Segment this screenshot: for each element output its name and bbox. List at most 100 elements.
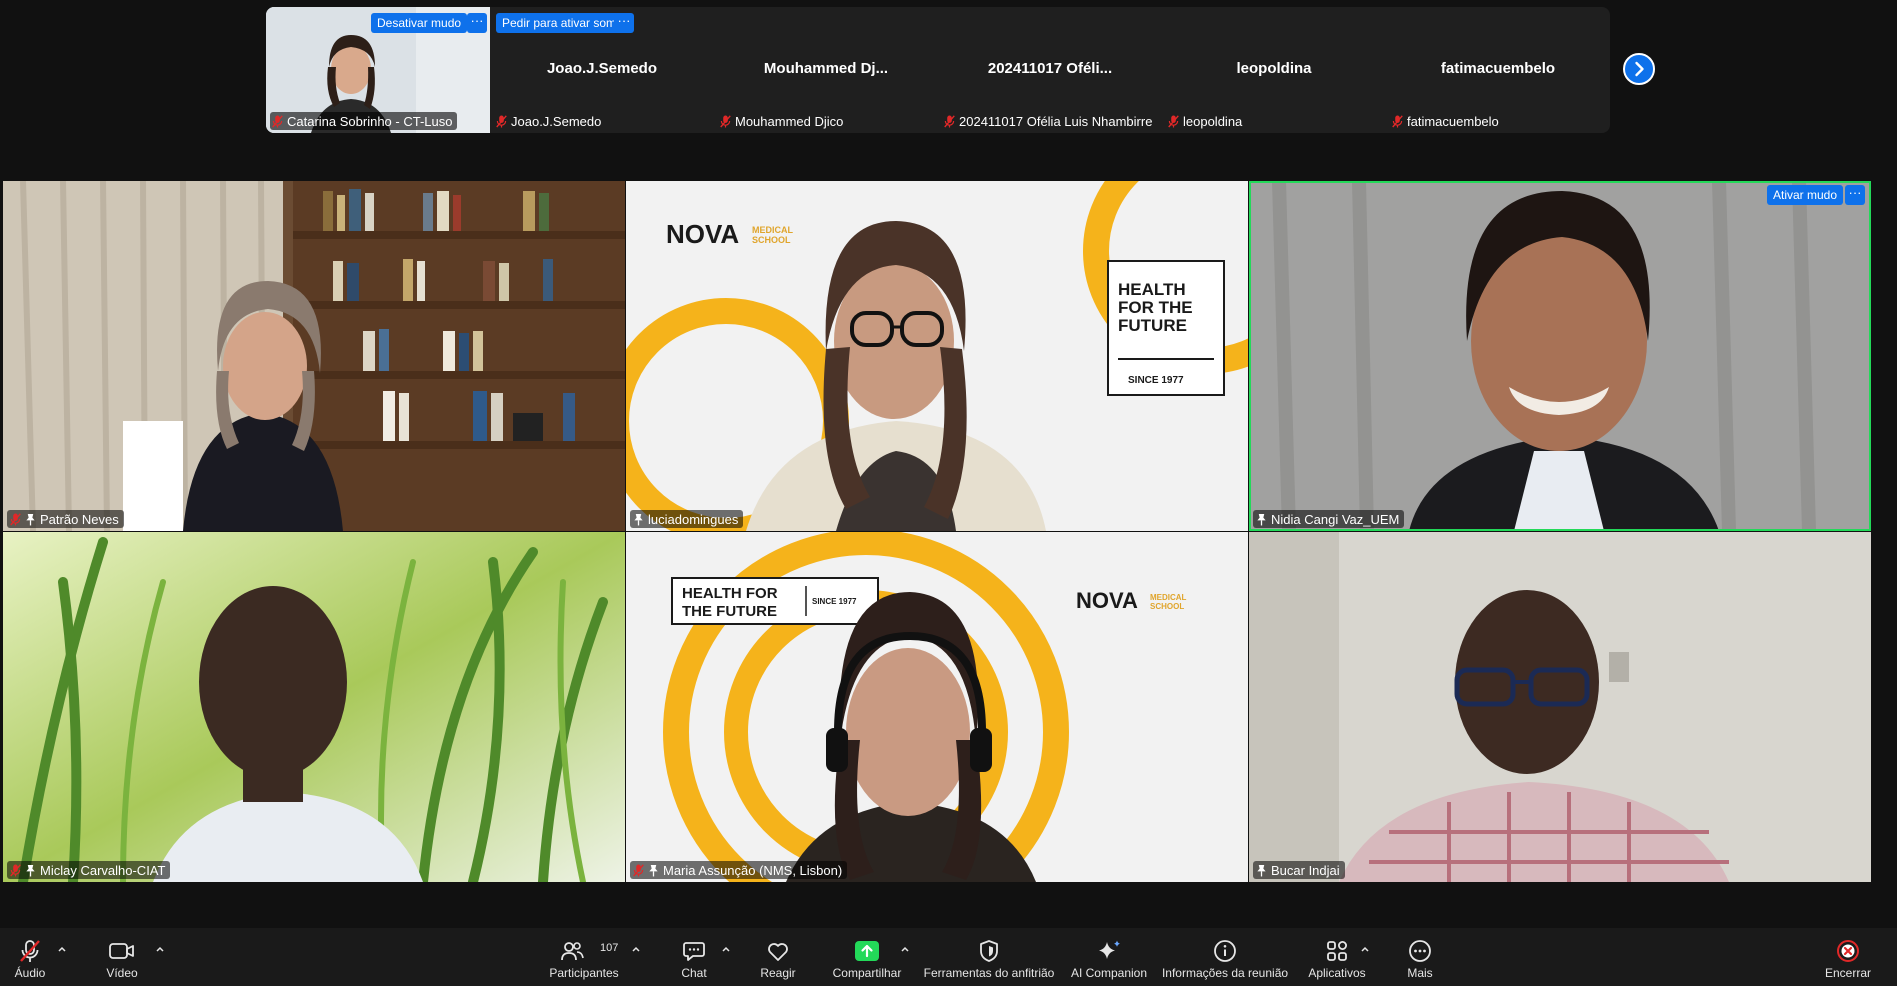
- participant-video: HEALTH FOR THE FUTURE SINCE 1977 NOVA ME…: [626, 532, 1248, 882]
- end-meeting-button[interactable]: Encerrar: [1818, 928, 1878, 986]
- share-screen-icon: [855, 941, 879, 961]
- nova-brand-text: NOVA: [666, 219, 739, 249]
- react-label: Reagir: [760, 966, 796, 980]
- chat-options-caret[interactable]: [721, 944, 731, 954]
- pin-icon: [633, 513, 644, 526]
- heart-icon: [768, 943, 788, 961]
- audio-options-caret[interactable]: [57, 944, 67, 954]
- mic-muted-icon: [633, 864, 644, 877]
- share-label: Compartilhar: [832, 966, 902, 980]
- mic-muted-icon: [720, 115, 731, 128]
- video-camera-icon: [109, 943, 134, 959]
- video-button[interactable]: Vídeo: [100, 928, 144, 986]
- react-button[interactable]: Reagir: [756, 928, 800, 986]
- ai-companion-button[interactable]: AI Companion: [1066, 928, 1152, 986]
- ask-unmute-button[interactable]: Pedir para ativar som: [496, 13, 623, 33]
- participant-name: Bucar Indjai: [1271, 862, 1340, 878]
- chat-button[interactable]: Chat: [674, 928, 714, 986]
- participant-name: luciadomingues: [648, 511, 739, 527]
- video-tile[interactable]: Miclay Carvalho-CIAT: [3, 532, 625, 882]
- nova-sub1: MEDICAL: [752, 225, 793, 235]
- apps-options-caret[interactable]: [1360, 944, 1370, 954]
- mic-muted-icon: [20, 940, 40, 962]
- participant-name-label: fatimacuembelo: [1390, 112, 1504, 130]
- strip-tile-participant[interactable]: fatimacuembelo fatimacuembelo: [1386, 7, 1610, 133]
- video-tile-active-speaker[interactable]: Ativar mudo ··· Nidia Cangi Vaz_UEM: [1249, 181, 1871, 531]
- video-options-caret[interactable]: [155, 944, 165, 954]
- participant-video: [1249, 532, 1871, 882]
- self-video-tile[interactable]: Desativar mudo ··· Catarina Sobrinho - C…: [266, 7, 490, 133]
- audio-label: Áudio: [14, 966, 46, 980]
- mute-participant-button[interactable]: Ativar mudo: [1767, 185, 1844, 205]
- participant-display-name: fatimacuembelo: [1440, 60, 1556, 77]
- participant-options-button[interactable]: ···: [1845, 185, 1865, 205]
- participant-name-label: 202411017 Ofélia Luis Nhambirre: [942, 112, 1157, 130]
- participant-name-label: leopoldina: [1166, 112, 1247, 130]
- close-icon: [1837, 940, 1859, 962]
- participant-name-label: Nidia Cangi Vaz_UEM: [1253, 510, 1405, 528]
- since-text: SINCE 1977: [1128, 375, 1184, 386]
- nova-sub2: SCHOOL: [1150, 602, 1184, 611]
- participant-name-label: Patrão Neves: [7, 510, 124, 528]
- mic-muted-icon: [496, 115, 507, 128]
- participant-options-button[interactable]: ···: [614, 13, 634, 33]
- end-meeting-label: Encerrar: [1824, 966, 1871, 980]
- nova-sub1: MEDICAL: [1150, 593, 1187, 602]
- share-options-caret[interactable]: [900, 944, 910, 954]
- nova-brand-text: NOVA: [1076, 588, 1138, 613]
- apps-label: Aplicativos: [1308, 966, 1366, 980]
- more-button[interactable]: Mais: [1400, 928, 1440, 986]
- unmute-self-button[interactable]: Desativar mudo: [371, 13, 468, 33]
- participants-count: 107: [600, 942, 619, 954]
- pin-icon: [648, 864, 659, 877]
- participant-name-label: luciadomingues: [630, 510, 744, 528]
- video-tile[interactable]: Bucar Indjai: [1249, 532, 1871, 882]
- pin-icon: [25, 864, 36, 877]
- apps-icon: [1327, 941, 1347, 961]
- participant-video: [1249, 181, 1871, 531]
- strip-tile-participant[interactable]: 202411017 Oféli... 202411017 Ofélia Luis…: [938, 7, 1162, 133]
- participant-name: leopoldina: [1183, 113, 1243, 129]
- mic-muted-icon: [272, 115, 283, 128]
- self-options-button[interactable]: ···: [467, 13, 487, 33]
- participant-name: Mouhammed Djico: [735, 113, 844, 129]
- banner-line1: HEALTH FOR: [682, 585, 778, 602]
- self-name: Catarina Sobrinho - CT-Luso: [287, 113, 453, 129]
- next-page-button[interactable]: [1623, 53, 1655, 85]
- participant-display-name: leopoldina: [1236, 60, 1312, 77]
- video-tile[interactable]: HEALTH FOR THE FUTURE SINCE 1977 NOVA ME…: [626, 532, 1248, 882]
- pin-icon: [1256, 864, 1267, 877]
- participants-button[interactable]: Participantes: [548, 928, 620, 986]
- self-name-label: Catarina Sobrinho - CT-Luso: [270, 112, 458, 130]
- participant-name: Maria Assunção (NMS, Lisbon): [663, 862, 843, 878]
- participant-name-label: Miclay Carvalho-CIAT: [7, 861, 171, 879]
- participant-name: Joao.J.Semedo: [511, 113, 602, 129]
- participant-video: [3, 532, 625, 882]
- participants-icon: [561, 942, 584, 961]
- mic-muted-icon: [1168, 115, 1179, 128]
- video-tile[interactable]: NOVA MEDICAL SCHOOL HEALTH FOR THE FUTUR…: [626, 181, 1248, 531]
- participant-display-name: Mouhammed Dj...: [763, 60, 889, 77]
- strip-tile-participant[interactable]: Pedir para ativar som ··· Joao.J.Semedo …: [490, 7, 714, 133]
- participants-options-caret[interactable]: [631, 944, 641, 954]
- pin-icon: [25, 513, 36, 526]
- apps-button[interactable]: Aplicativos: [1304, 928, 1370, 986]
- strip-tile-participant[interactable]: Mouhammed Dj... Mouhammed Djico: [714, 7, 938, 133]
- sparkle-icon: [1099, 940, 1120, 959]
- meeting-info-label: Informações da reunião: [1161, 966, 1289, 980]
- host-tools-label: Ferramentas do anfitrião: [923, 966, 1055, 980]
- video-tile[interactable]: Patrão Neves: [3, 181, 625, 531]
- info-icon: [1214, 940, 1236, 962]
- participant-name: Patrão Neves: [40, 511, 119, 527]
- strip-tile-participant[interactable]: leopoldina leopoldina: [1162, 7, 1386, 133]
- participant-display-name: 202411017 Oféli...: [987, 60, 1113, 77]
- chevron-right-icon: [1635, 61, 1644, 77]
- participant-name: 202411017 Ofélia Luis Nhambirre: [959, 113, 1153, 129]
- health-line1: HEALTH: [1118, 280, 1186, 299]
- share-screen-button[interactable]: Compartilhar: [830, 928, 904, 986]
- more-label: Mais: [1407, 966, 1433, 980]
- banner-since: SINCE 1977: [812, 597, 857, 606]
- meeting-info-button[interactable]: Informações da reunião: [1162, 928, 1288, 986]
- host-tools-button[interactable]: Ferramentas do anfitrião: [922, 928, 1056, 986]
- audio-button[interactable]: Áudio: [6, 928, 54, 986]
